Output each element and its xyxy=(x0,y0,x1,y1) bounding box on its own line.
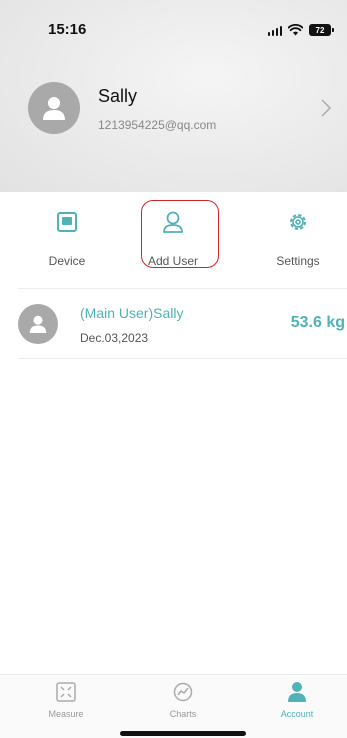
cellular-signal-icon xyxy=(267,25,282,36)
user-date: Dec.03,2023 xyxy=(80,331,149,345)
profile-row[interactable]: Sally 1213954225@qq.com xyxy=(0,80,347,142)
user-title: (Main User)Sally xyxy=(80,305,184,321)
tab-charts-label: Charts xyxy=(169,709,197,719)
device-button[interactable]: Device xyxy=(22,200,112,276)
divider xyxy=(18,358,347,359)
tab-charts[interactable]: Charts xyxy=(143,681,223,725)
tab-bar: Measure Charts Account xyxy=(0,674,347,738)
profile-header: 15:16 72 Sally 1213954225@qq.com xyxy=(0,0,347,192)
profile-name: Sally xyxy=(98,86,138,106)
measure-icon xyxy=(56,682,76,702)
tab-account[interactable]: Account xyxy=(257,681,337,725)
tab-measure-label: Measure xyxy=(48,709,84,719)
settings-button[interactable]: Settings xyxy=(253,200,343,276)
device-label: Device xyxy=(48,254,86,268)
add-user-highlight xyxy=(141,200,219,268)
account-icon xyxy=(288,682,306,702)
profile-email: 1213954225@qq.com xyxy=(98,118,217,132)
status-bar: 15:16 72 xyxy=(0,0,347,60)
battery-icon: 72 xyxy=(309,24,334,36)
avatar xyxy=(28,82,80,134)
gear-icon xyxy=(290,214,306,230)
tab-account-label: Account xyxy=(280,709,314,719)
status-icons: 72 xyxy=(267,23,334,37)
tab-measure[interactable]: Measure xyxy=(26,681,106,725)
user-avatar xyxy=(18,304,58,344)
person-icon xyxy=(43,97,65,120)
person-icon xyxy=(29,315,47,333)
chevron-right-icon[interactable] xyxy=(319,98,333,118)
charts-icon xyxy=(173,682,193,702)
device-icon xyxy=(57,212,77,232)
home-indicator xyxy=(120,731,246,736)
status-time: 15:16 xyxy=(48,21,87,38)
wifi-icon xyxy=(288,24,303,36)
settings-label: Settings xyxy=(276,254,320,268)
list-item[interactable]: (Main User)Sally Dec.03,2023 53.6 kg xyxy=(0,292,347,356)
user-weight: 53.6 kg xyxy=(290,314,345,331)
divider xyxy=(18,288,347,289)
